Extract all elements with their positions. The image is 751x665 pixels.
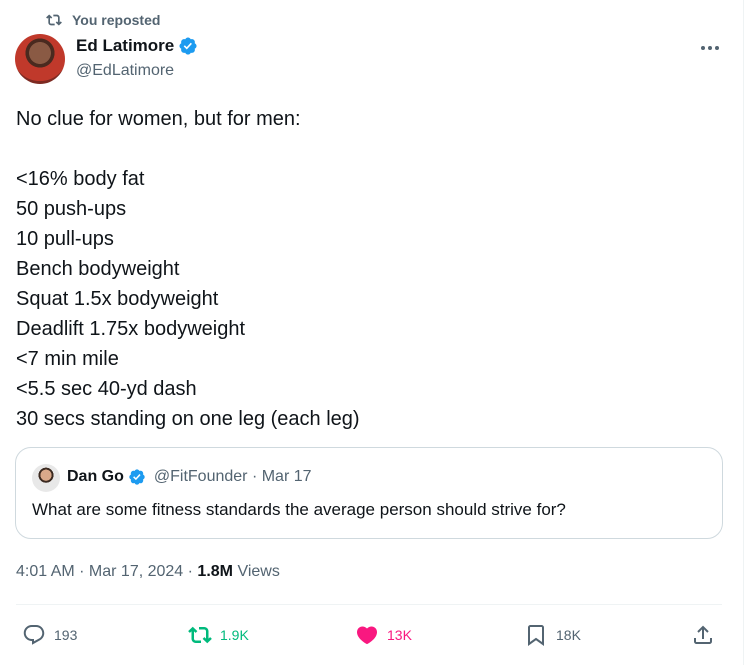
action-bar: 193 1.9K 13K 18K [0,620,743,650]
column-border [743,0,744,665]
repost-indicator[interactable]: You reposted [46,10,160,30]
tweet-text: No clue for women, but for men: <16% bod… [16,104,716,434]
tweet-line [16,134,716,164]
share-icon [694,625,712,644]
tweet-line: Bench bodyweight [16,258,180,280]
quoted-avatar [32,464,60,492]
tweet-line: <5.5 sec 40-yd dash [16,378,197,400]
author-handle[interactable]: @EdLatimore [76,62,174,80]
tweet-line: <7 min mile [16,348,119,370]
retweet-icon [188,626,212,644]
tweet-line: Deadlift 1.75x bodyweight [16,318,246,340]
author-name-row[interactable]: Ed Latimore [76,36,198,56]
share-button[interactable] [691,620,715,650]
verified-badge-icon [179,37,197,55]
view-count: 1.8M [197,563,233,580]
more-icon[interactable] [698,38,722,58]
author-avatar[interactable] [15,34,65,84]
tweet-line: 30 secs standing on one leg (each leg) [16,408,360,430]
author-name[interactable]: Ed Latimore [76,36,174,56]
repost-count: 1.9K [220,627,249,643]
quoted-author-name: Dan Go [67,468,124,485]
divider [16,604,722,605]
verified-badge-icon [129,469,145,485]
bookmark-icon [528,625,544,646]
quoted-handle-date: @FitFounder · Mar 17 [153,468,312,485]
repost-button[interactable]: 1.9K [188,620,249,650]
heart-icon [356,626,378,645]
tweet-line: 50 push-ups [16,198,127,220]
tweet-detail: You reposted Ed Latimore @EdLatimore No … [0,0,743,665]
like-button[interactable]: 13K [355,620,412,650]
tweet-line: 10 pull-ups [16,228,114,250]
quoted-text: What are some fitness standards the aver… [32,500,566,519]
like-count: 13K [387,627,412,643]
repost-icon [46,14,62,26]
bookmark-count: 18K [556,627,581,643]
quoted-header: Dan Go @FitFounder · Mar 17 [67,468,312,486]
views-label: Views [233,563,280,580]
bookmark-button[interactable]: 18K [524,620,581,650]
reply-icon [23,625,45,645]
tweet-meta: 4:01 AM · Mar 17, 2024 · 1.8M Views [16,563,280,581]
tweet-line: <16% body fat [16,168,145,190]
tweet-line: Squat 1.5x bodyweight [16,288,219,310]
quoted-tweet[interactable]: Dan Go @FitFounder · Mar 17 What are som… [15,447,723,539]
repost-label: You reposted [72,12,161,28]
tweet-line: No clue for women, but for men: [16,108,301,130]
tweet-timestamp[interactable]: 4:01 AM · Mar 17, 2024 · [16,563,197,581]
reply-button[interactable]: 193 [22,620,77,650]
reply-count: 193 [54,627,78,643]
